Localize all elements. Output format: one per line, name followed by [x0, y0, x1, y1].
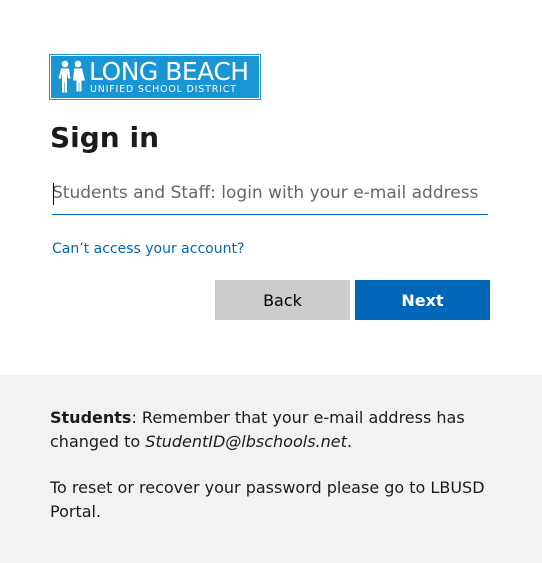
- cant-access-account-link[interactable]: Can’t access your account?: [52, 240, 244, 258]
- email-field-container: [52, 174, 488, 215]
- back-button[interactable]: Back: [215, 280, 350, 320]
- students-email-notice: Students: Remember that your e-mail addr…: [50, 406, 490, 454]
- footer-notice: Students: Remember that your e-mail addr…: [0, 375, 542, 563]
- next-button[interactable]: Next: [355, 280, 490, 320]
- text-cursor: [53, 183, 54, 205]
- notice-period: .: [346, 432, 352, 451]
- page-title: Sign in: [50, 121, 160, 154]
- student-email-format: StudentID@lbschools.net: [145, 432, 347, 451]
- sign-in-page: LONG BEACH UNIFIED SCHOOL DISTRICT Sign …: [0, 0, 542, 563]
- school-children-icon: [58, 60, 85, 93]
- email-input[interactable]: [52, 174, 488, 212]
- students-label: Students: [50, 408, 132, 427]
- password-reset-notice: To reset or recover your password please…: [50, 478, 485, 521]
- logo-subtitle: UNIFIED SCHOOL DISTRICT: [90, 84, 237, 95]
- district-logo: LONG BEACH UNIFIED SCHOOL DISTRICT: [49, 54, 261, 100]
- logo-title: LONG BEACH: [89, 57, 249, 86]
